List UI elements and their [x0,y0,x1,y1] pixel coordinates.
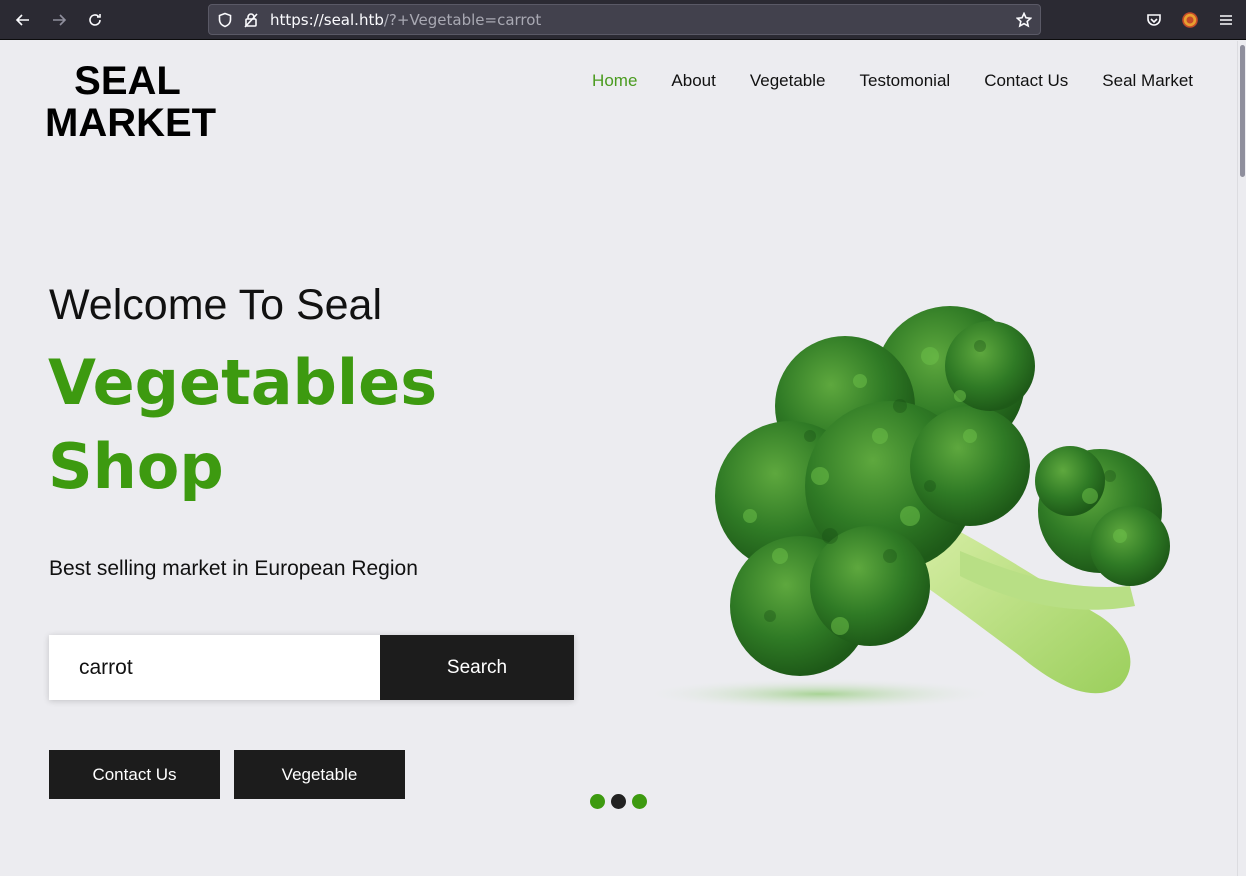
hero-tagline: Best selling market in European Region [49,557,418,580]
nav-vegetable[interactable]: Vegetable [750,71,826,91]
extension-icon[interactable] [1178,8,1202,32]
site-logo[interactable]: SEAL MARKET [45,59,217,145]
browser-toolbar: https://seal.htb/?+Vegetable=carrot [0,0,1246,40]
search-button[interactable]: Search [380,635,574,700]
headline-line-2: Shop [48,430,224,503]
url-host: https://seal.htb [270,11,384,29]
back-arrow-icon[interactable] [11,8,35,32]
nav-testomonial[interactable]: Testomonial [859,71,950,91]
carousel-dot-3[interactable] [632,794,647,809]
bookmark-star-icon[interactable] [1015,11,1033,29]
hero-headline: Vegetables Shop [48,341,437,509]
insecure-lock-icon[interactable] [242,11,260,29]
url-text[interactable]: https://seal.htb/?+Vegetable=carrot [270,11,541,29]
url-path: /?+Vegetable=carrot [383,11,542,29]
nav-about[interactable]: About [671,71,715,91]
welcome-heading: Welcome To Seal [49,281,383,329]
menu-icon[interactable] [1214,8,1238,32]
logo-line-1: SEAL [74,59,181,103]
forward-arrow-icon[interactable] [47,8,71,32]
carousel-dot-2[interactable] [611,794,626,809]
scrollbar-thumb[interactable] [1240,45,1245,177]
contact-us-button[interactable]: Contact Us [49,750,220,799]
search-input[interactable] [49,635,380,700]
search-form: Search [49,635,574,700]
address-bar[interactable]: https://seal.htb/?+Vegetable=carrot [208,4,1041,35]
nav-contact-us[interactable]: Contact Us [984,71,1068,91]
carousel-indicators [590,794,647,809]
vegetable-button[interactable]: Vegetable [234,750,405,799]
nav-home[interactable]: Home [592,71,637,91]
headline-line-1: Vegetables [48,346,438,419]
logo-line-2: MARKET [45,101,217,145]
page-scrollbar[interactable] [1237,41,1246,876]
carousel-dot-1[interactable] [590,794,605,809]
shield-icon[interactable] [216,11,234,29]
page: SEAL MARKET Home About Vegetable Testomo… [0,41,1237,876]
nav-seal-market[interactable]: Seal Market [1102,71,1193,91]
broccoli-image [640,306,1170,710]
reload-icon[interactable] [83,8,107,32]
main-nav: Home About Vegetable Testomonial Contact… [592,71,1193,91]
pocket-icon[interactable] [1142,8,1166,32]
